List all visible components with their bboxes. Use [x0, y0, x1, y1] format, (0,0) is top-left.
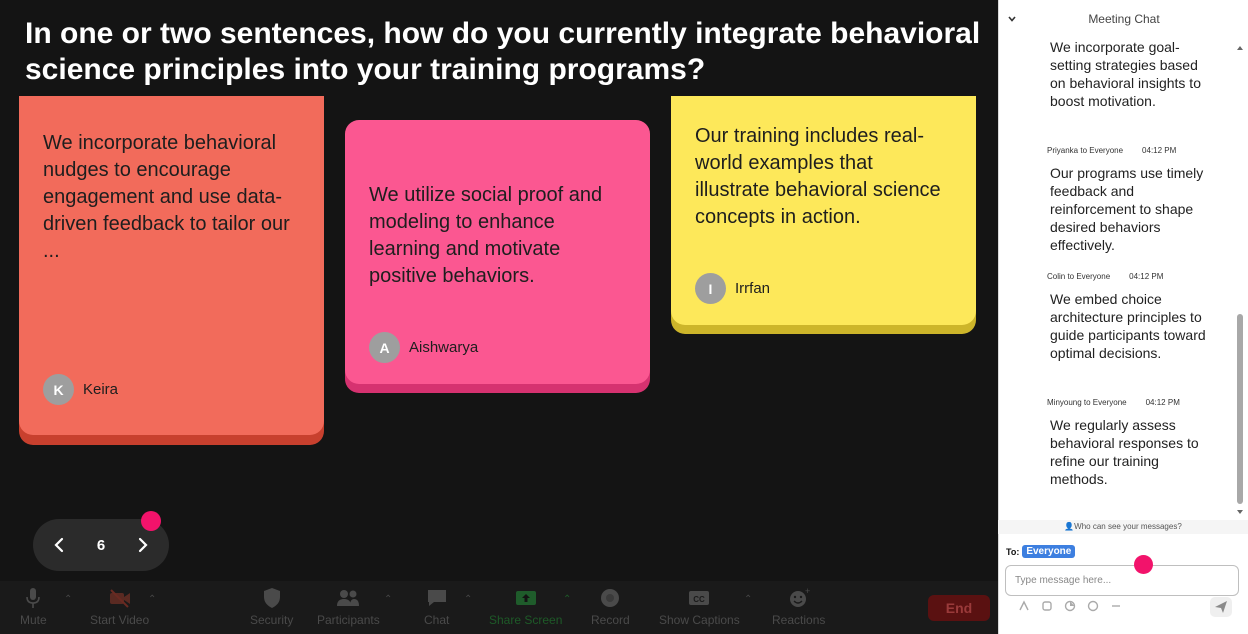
chat-bubble-icon: [427, 590, 446, 606]
previous-slide-button[interactable]: [51, 537, 67, 553]
chat-time: 04:12 PM: [1142, 146, 1177, 155]
svg-text:+: +: [805, 587, 810, 596]
share-screen-label: Share Screen: [489, 613, 563, 627]
reactions-icon: +: [789, 587, 810, 607]
more-tools-button[interactable]: [1110, 600, 1122, 612]
file-icon: [1064, 600, 1076, 612]
mute-label: Mute: [20, 613, 47, 627]
chat-message-text: We incorporate goal-setting strategies b…: [1050, 39, 1201, 109]
chevron-up-icon[interactable]: ⌃: [563, 594, 571, 605]
file-tool-button[interactable]: [1064, 600, 1076, 612]
chevron-up-icon[interactable]: ⌃: [148, 594, 156, 605]
chat-title: Meeting Chat: [1088, 12, 1160, 26]
share-screen-icon: [515, 591, 536, 605]
screenshot-tool-button[interactable]: [1041, 600, 1053, 612]
video-off-icon: [109, 589, 130, 608]
avatar: K: [43, 374, 74, 405]
microphone-icon: [26, 588, 41, 608]
response-author: A Aishwarya: [369, 332, 478, 363]
to-label: To:: [1006, 546, 1020, 557]
response-author: I Irrfan: [695, 273, 770, 304]
record-label: Record: [591, 613, 630, 627]
response-text: We utilize social proof and modeling to …: [369, 184, 603, 287]
recipient-row: To: Everyone: [1006, 545, 1076, 558]
chat-input-tools: [1018, 600, 1122, 612]
question-title: In one or two sentences, how do you curr…: [25, 17, 981, 86]
svg-text:CC: CC: [694, 595, 706, 604]
chat-message-input[interactable]: [1005, 565, 1239, 596]
response-card[interactable]: Our training includes real-world example…: [671, 96, 976, 325]
next-slide-button[interactable]: [135, 537, 151, 553]
participants-button[interactable]: Participants: [317, 585, 380, 627]
show-captions-button[interactable]: CC Show Captions: [659, 585, 740, 627]
chat-sender: Priyanka to Everyone: [1047, 146, 1124, 155]
chat-button[interactable]: Chat: [424, 585, 449, 627]
response-text: We incorporate behavioral nudges to enco…: [43, 132, 290, 262]
record-button[interactable]: Record: [591, 585, 630, 627]
format-text-icon: [1019, 600, 1029, 611]
participants-icon: [337, 590, 360, 606]
slide-number: 6: [96, 536, 106, 554]
chat-message-meta: Priyanka to Everyone 04:12 PM: [1047, 146, 1176, 155]
scroll-up-arrow-icon[interactable]: [1236, 44, 1244, 52]
response-text: Our training includes real-world example…: [695, 125, 941, 228]
author-name: Keira: [83, 381, 119, 398]
participants-label: Participants: [317, 613, 380, 627]
captions-icon: CC: [689, 591, 710, 605]
chat-sender: Minyoung to Everyone: [1047, 398, 1127, 407]
response-author: K Keira: [43, 374, 118, 405]
start-video-button[interactable]: Start Video: [90, 585, 149, 627]
chevron-up-icon[interactable]: ⌃: [384, 594, 392, 605]
visibility-text: Who can see your messages?: [1074, 522, 1182, 531]
chat-label: Chat: [424, 613, 450, 627]
chat-time: 04:12 PM: [1145, 398, 1180, 407]
avatar: I: [695, 273, 726, 304]
chat-message-list[interactable]: We incorporate goal-setting strategies b…: [999, 36, 1235, 518]
avatar: A: [369, 332, 400, 363]
emoji-icon: [1087, 600, 1099, 612]
response-card[interactable]: We incorporate behavioral nudges to enco…: [19, 96, 324, 435]
share-screen-button[interactable]: Share Screen: [489, 585, 562, 627]
format-tool-button[interactable]: [1018, 600, 1030, 612]
meeting-chat-panel: Meeting Chat We incorporate goal-setting…: [998, 0, 1248, 634]
cursor-indicator: [141, 511, 161, 531]
send-message-button[interactable]: [1210, 597, 1232, 617]
start-video-label: Start Video: [90, 613, 150, 627]
security-label: Security: [250, 613, 294, 627]
person-icon: 👤: [1064, 522, 1075, 531]
show-captions-label: Show Captions: [659, 613, 740, 627]
record-icon: [601, 589, 620, 607]
chevron-up-icon[interactable]: ⌃: [64, 594, 72, 605]
chevron-up-icon[interactable]: ⌃: [744, 594, 752, 605]
send-icon: [1215, 601, 1227, 613]
recipient-dropdown[interactable]: Everyone: [1022, 545, 1076, 558]
more-icon: [1112, 605, 1120, 607]
chat-sender: Colin to Everyone: [1047, 272, 1111, 281]
chat-message-meta: Colin to Everyone 04:12 PM: [1047, 272, 1163, 281]
scroll-down-arrow-icon[interactable]: [1236, 508, 1244, 516]
reactions-label: Reactions: [772, 613, 826, 627]
shield-icon: [263, 588, 280, 608]
message-visibility-link[interactable]: 👤Who can see your messages?: [998, 520, 1248, 534]
chat-message-text: We regularly assess behavioral responses…: [1050, 417, 1199, 487]
cursor-indicator: [1134, 555, 1153, 574]
chat-message-meta: Minyoung to Everyone 04:12 PM: [1047, 398, 1180, 407]
emoji-tool-button[interactable]: [1087, 600, 1099, 612]
chat-time: 04:12 PM: [1129, 272, 1164, 281]
security-button[interactable]: Security: [250, 585, 293, 627]
chat-message-text: Our programs use timely feedback and rei…: [1050, 165, 1204, 253]
response-card[interactable]: We utilize social proof and modeling to …: [345, 120, 650, 384]
author-name: Aishwarya: [409, 339, 479, 356]
presentation-stage: In one or two sentences, how do you curr…: [0, 0, 998, 634]
chevron-right-icon: [138, 537, 148, 553]
end-meeting-button[interactable]: End: [928, 595, 990, 621]
chat-message-text: We embed choice architecture principles …: [1050, 291, 1206, 361]
chat-scrollbar[interactable]: [1237, 314, 1243, 504]
chevron-up-icon[interactable]: ⌃: [464, 594, 472, 605]
chevron-left-icon: [54, 537, 64, 553]
screenshot-icon: [1042, 601, 1052, 611]
author-name: Irrfan: [735, 280, 771, 297]
reactions-button[interactable]: + Reactions: [772, 585, 825, 627]
mute-button[interactable]: Mute: [20, 585, 47, 627]
